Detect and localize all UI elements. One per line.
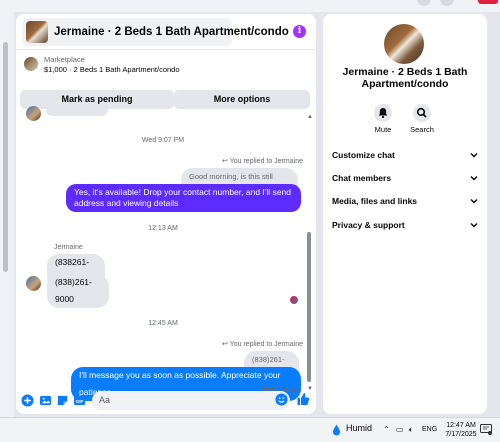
info-title-line: Jermaine · 2 Beds 1 Bath [342, 66, 468, 78]
browser-button-ghost [440, 0, 454, 6]
notification-icon[interactable] [480, 424, 492, 435]
chevron-down-icon [470, 176, 478, 181]
sticker-icon[interactable] [56, 394, 69, 407]
chevron-down-icon [470, 153, 478, 158]
system-tray[interactable]: ⌃ ▭ 🔈︎ [383, 425, 414, 435]
received-message-bubble[interactable]: (838)261-9000 [47, 274, 109, 308]
clock-time: 12:47 AM [446, 422, 476, 429]
section-customize-chat[interactable]: Customize chat [332, 150, 478, 164]
taskbar: Humid ⌃ ▭ 🔈︎ ENG 12:47 AM 7/17/2025 [0, 417, 500, 442]
scroll-up-arrow[interactable]: ▲ [307, 114, 313, 120]
sent-message-bubble[interactable]: Yes, it's available! Drop your contact n… [66, 184, 301, 212]
seen-indicator-avatar [290, 296, 298, 304]
composer-bar: GIF Aa [16, 388, 316, 414]
mute-button[interactable] [374, 104, 392, 122]
section-media-files-links[interactable]: Media, files and links [332, 196, 478, 210]
svg-text:GIF: GIF [76, 399, 84, 404]
sender-name: Jermaine [54, 244, 83, 251]
message-line: Yes, it's available! Drop your contact n… [74, 187, 291, 197]
chevron-down-icon [470, 223, 478, 228]
section-label: Privacy & support [332, 220, 405, 230]
chat-scrollbar[interactable] [307, 232, 311, 382]
section-chat-members[interactable]: Chat members [332, 173, 478, 187]
reply-indicator: ↩ You replied to Jermaine [222, 158, 303, 165]
listing-thumbnail [26, 21, 48, 43]
weather-label[interactable]: Humid [346, 423, 372, 433]
section-label: Media, files and links [332, 196, 418, 206]
thumbs-up-icon[interactable] [296, 392, 310, 406]
message-line: address and viewing details [74, 198, 179, 208]
listing-photo [384, 24, 424, 64]
water-drop-icon [333, 424, 340, 436]
page-scrollbar-thumb[interactable] [3, 42, 8, 272]
message-bubble-partial [46, 104, 108, 116]
search-icon [416, 107, 427, 118]
clock-date: 7/17/2025 [445, 431, 477, 438]
info-title-line: Apartment/condo [361, 78, 449, 90]
message-input[interactable]: Aa [92, 391, 290, 410]
contact-avatar [26, 276, 41, 291]
chat-panel: Jermaine · 2 Beds 1 Bath Apartment/condo… [16, 14, 316, 414]
bell-icon [378, 108, 388, 119]
conversation-title-button[interactable]: Jermaine · 2 Beds 1 Bath Apartment/condo [22, 18, 289, 46]
timestamp: Wed 9:07 PM [141, 137, 185, 144]
info-panel-title: Jermaine · 2 Beds 1 Bath Apartment/condo [323, 66, 487, 90]
contact-avatar [26, 106, 41, 121]
info-icon[interactable]: i [293, 25, 306, 38]
notification-indicator [478, 0, 498, 4]
left-scroll-rail [0, 12, 14, 417]
search-button[interactable] [413, 104, 431, 122]
message-list[interactable]: Wed 9:07 PM ↩ You replied to Jermaine Go… [16, 104, 316, 401]
image-icon[interactable] [39, 394, 52, 407]
gif-icon[interactable]: GIF [73, 394, 86, 407]
marketplace-bar: Marketplace $1,000 · 2 Beds 1 Bath Apart… [16, 51, 316, 111]
listing-avatar [24, 57, 38, 71]
search-label: Search [410, 125, 434, 134]
timestamp: 12:13 AM [148, 225, 178, 232]
mute-label: Mute [374, 125, 392, 134]
reply-indicator-text: You replied to Jermaine [229, 158, 303, 165]
marketplace-label: Marketplace [44, 55, 85, 64]
browser-button-ghost [417, 0, 431, 6]
more-options-button[interactable]: More options [174, 90, 310, 109]
language-indicator[interactable]: ENG [422, 426, 437, 433]
info-panel: Jermaine · 2 Beds 1 Bath Apartment/condo… [323, 14, 487, 414]
timestamp: 12:45 AM [148, 320, 178, 327]
reply-indicator: ↩ You replied to Jermaine [222, 341, 303, 348]
listing-summary[interactable]: $1,000 · 2 Beds 1 Bath Apartment/condo [44, 65, 180, 74]
reply-indicator-text: You replied to Jermaine [229, 341, 303, 348]
emoji-icon[interactable] [275, 393, 288, 406]
section-label: Customize chat [332, 150, 395, 160]
chevron-up-icon[interactable]: ⌃ [383, 425, 390, 434]
chat-header: Jermaine · 2 Beds 1 Bath Apartment/condo… [16, 14, 316, 50]
volume-icon[interactable]: 🔈︎ [409, 425, 414, 434]
section-privacy-support[interactable]: Privacy & support [332, 220, 478, 234]
network-icon[interactable]: ▭ [396, 425, 404, 434]
chevron-down-icon [470, 199, 478, 204]
section-label: Chat members [332, 173, 392, 183]
clock[interactable]: 12:47 AM 7/17/2025 [444, 421, 478, 439]
plus-circle-icon[interactable] [21, 394, 34, 407]
conversation-title: Jermaine · 2 Beds 1 Bath Apartment/condo [54, 26, 289, 38]
top-strip [0, 0, 500, 12]
